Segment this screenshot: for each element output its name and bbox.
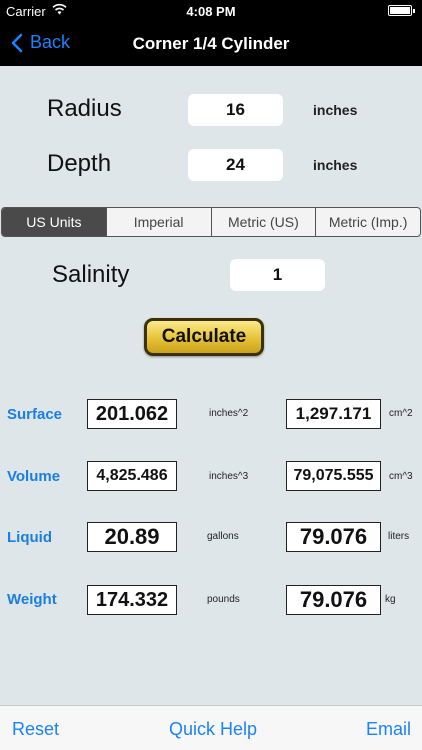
surface-us-value: 201.062 [87, 399, 177, 429]
email-button[interactable]: Email [366, 719, 411, 740]
volume-label: Volume [7, 468, 61, 485]
surface-metric-value: 1,297.171 [286, 399, 381, 429]
calculate-button[interactable]: Calculate [144, 318, 264, 356]
liquid-label: Liquid [7, 529, 52, 546]
segment-metric-imp[interactable]: Metric (Imp.) [315, 208, 420, 236]
weight-us-value: 174.332 [87, 585, 177, 615]
weight-metric-unit: kg [385, 594, 396, 605]
surface-us-unit: inches^2 [209, 408, 249, 419]
status-bar: Carrier 4:08 PM [0, 0, 422, 22]
surface-metric-unit: cm^2 [389, 408, 413, 419]
depth-unit: inches [313, 157, 358, 173]
volume-us-unit: inches^3 [209, 471, 249, 482]
weight-metric-value: 79.076 [286, 585, 381, 615]
salinity-label: Salinity [52, 261, 130, 288]
battery-icon [388, 5, 415, 16]
radius-unit: inches [313, 102, 358, 118]
segment-imperial[interactable]: Imperial [105, 208, 211, 236]
volume-metric-value: 79,075.555 [286, 461, 381, 491]
volume-us-value: 4,825.486 [87, 461, 177, 491]
weight-label: Weight [7, 591, 57, 608]
segment-us-units[interactable]: US Units [2, 208, 106, 236]
depth-label: Depth [47, 150, 112, 177]
depth-input[interactable]: 24 [188, 149, 283, 181]
status-time: 4:08 PM [186, 4, 236, 19]
top-bar: Carrier 4:08 PM Back Corner 1/4 Cylinder [0, 0, 422, 66]
volume-metric-unit: cm^3 [389, 471, 413, 482]
salinity-input[interactable]: 1 [230, 259, 325, 291]
liquid-us-unit: gallons [207, 531, 239, 542]
surface-label: Surface [7, 406, 63, 423]
radius-input[interactable]: 16 [188, 94, 283, 126]
page-title: Corner 1/4 Cylinder [132, 34, 290, 53]
quick-help-button[interactable]: Quick Help [169, 719, 257, 740]
segment-metric-us[interactable]: Metric (US) [210, 208, 316, 236]
liquid-us-value: 20.89 [87, 522, 177, 552]
liquid-metric-unit: liters [388, 531, 410, 542]
reset-button[interactable]: Reset [12, 719, 59, 740]
weight-us-unit: pounds [207, 594, 240, 605]
bottom-toolbar: Reset Quick Help Email [0, 705, 422, 750]
radius-label: Radius [47, 95, 122, 122]
units-segmented-control: US Units Imperial Metric (US) Metric (Im… [1, 207, 421, 237]
liquid-metric-value: 79.076 [286, 522, 381, 552]
